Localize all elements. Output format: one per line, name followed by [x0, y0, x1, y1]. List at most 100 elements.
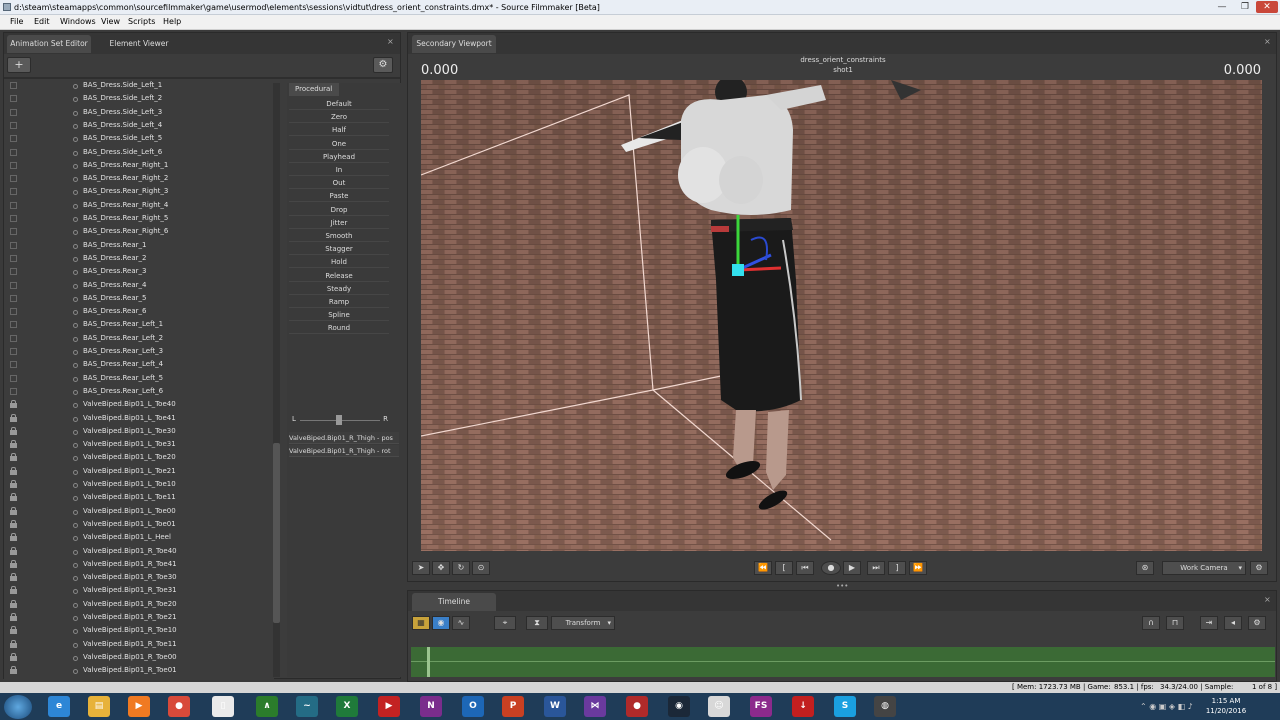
slider-thumb[interactable] — [336, 415, 342, 425]
visibility-checkbox[interactable] — [10, 228, 17, 236]
fast-forward-icon[interactable]: ⏩ — [909, 561, 927, 575]
start-button[interactable] — [4, 695, 32, 719]
menu-help[interactable]: Help — [163, 17, 181, 26]
procedural-item[interactable]: Default — [289, 98, 389, 110]
visibility-checkbox[interactable] — [10, 175, 17, 183]
procedural-item[interactable]: Drop — [289, 204, 389, 216]
tree-row[interactable]: ValveBiped.Bip01_L_Toe10 — [4, 479, 274, 492]
game-icon[interactable]: ● — [626, 696, 648, 717]
lock-icon[interactable] — [10, 413, 17, 422]
panel-close-icon[interactable]: × — [1264, 595, 1271, 604]
graph-editor-icon[interactable]: ∿ — [452, 616, 470, 630]
menu-edit[interactable]: Edit — [34, 17, 50, 26]
tree-row[interactable]: ValveBiped.Bip01_L_Toe30 — [4, 426, 274, 439]
lock-icon[interactable] — [10, 639, 17, 648]
powerpoint-icon[interactable]: P — [502, 696, 524, 717]
key-tool-icon[interactable]: ⌖ — [494, 616, 516, 630]
media-player-icon[interactable]: ▶ — [128, 696, 150, 717]
app-bird-icon[interactable]: ~ — [296, 696, 318, 717]
visibility-checkbox[interactable] — [10, 321, 17, 329]
tab-procedural[interactable]: Procedural — [289, 83, 339, 96]
tree-row[interactable]: BAS_Dress.Rear_3 — [4, 266, 274, 279]
tree-row[interactable]: BAS_Dress.Rear_Left_4 — [4, 359, 274, 372]
tree-row[interactable]: ValveBiped.Bip01_L_Toe11 — [4, 492, 274, 505]
goto-end-icon[interactable]: ⇥ — [1200, 616, 1218, 630]
tree-scroll-thumb[interactable] — [273, 443, 280, 623]
visibility-checkbox[interactable] — [10, 148, 17, 156]
viewport-gear-icon[interactable]: ⚙ — [1250, 561, 1268, 575]
app-green-icon[interactable]: ∧ — [256, 696, 278, 717]
visibility-checkbox[interactable] — [10, 241, 17, 249]
prev-frame-icon[interactable]: [ — [775, 561, 793, 575]
tab-element-viewer[interactable]: Element Viewer — [96, 35, 182, 53]
tree-row[interactable]: BAS_Dress.Rear_Right_5 — [4, 213, 274, 226]
magnet-icon[interactable]: ∩ — [1142, 616, 1160, 630]
procedural-item[interactable]: Smooth — [289, 230, 389, 242]
mode-select[interactable]: Transform ▾ — [551, 616, 615, 630]
procedural-item[interactable]: One — [289, 138, 389, 150]
tree-row[interactable]: ValveBiped.Bip01_R_Toe21 — [4, 612, 274, 625]
mp3-icon[interactable]: ▶ — [378, 696, 400, 717]
tree-row[interactable]: BAS_Dress.Rear_1 — [4, 240, 274, 253]
record-icon[interactable]: ● — [821, 561, 841, 575]
tree-row[interactable]: ValveBiped.Bip01_L_Toe20 — [4, 452, 274, 465]
tree-row[interactable]: BAS_Dress.Rear_Right_6 — [4, 226, 274, 239]
tree-row[interactable]: BAS_Dress.Rear_5 — [4, 293, 274, 306]
procedural-item[interactable]: Hold — [289, 256, 389, 269]
rotate-tool-icon[interactable]: ↻ — [452, 561, 470, 575]
tree-row[interactable]: ValveBiped.Bip01_L_Toe40 — [4, 399, 274, 412]
outlook-icon[interactable]: O — [462, 696, 484, 717]
filter-icon[interactable]: ⧗ — [526, 616, 548, 630]
fs-icon[interactable]: FS — [750, 696, 772, 717]
splitter-handle[interactable]: ••• — [836, 582, 848, 590]
tree-row[interactable]: BAS_Dress.Rear_Right_2 — [4, 173, 274, 186]
lock-icon[interactable] — [10, 666, 17, 675]
tree-row[interactable]: ValveBiped.Bip01_R_Toe11 — [4, 639, 274, 652]
lock-icon[interactable] — [10, 493, 17, 502]
tray-icons[interactable]: ⌃ ◉ ▣ ◈ ◧ ♪ — [1140, 702, 1193, 711]
tab-timeline[interactable]: Timeline — [412, 593, 496, 611]
attribute-row[interactable]: ValveBiped.Bip01_R_Thigh - pos — [289, 432, 399, 444]
lock-icon[interactable] — [10, 400, 17, 409]
visibility-checkbox[interactable] — [10, 268, 17, 276]
word-icon[interactable]: W — [544, 696, 566, 717]
lock-icon[interactable] — [10, 480, 17, 488]
lr-balance-slider[interactable]: L R — [292, 414, 388, 426]
lock-icon[interactable] — [10, 613, 17, 621]
procedural-item[interactable]: Playhead — [289, 151, 389, 163]
tree-row[interactable]: ValveBiped.Bip01_R_Toe31 — [4, 585, 274, 598]
visibility-checkbox[interactable] — [10, 121, 17, 129]
gear-icon[interactable]: ⚙ — [373, 57, 393, 73]
procedural-item[interactable]: Jitter — [289, 217, 389, 229]
visibility-checkbox[interactable] — [10, 281, 17, 289]
tree-row[interactable]: ValveBiped.Bip01_L_Toe00 — [4, 506, 274, 519]
tree-row[interactable]: BAS_Dress.Side_Left_3 — [4, 107, 274, 120]
tree-row[interactable]: BAS_Dress.Rear_4 — [4, 280, 274, 293]
add-icon[interactable]: + — [7, 57, 31, 73]
procedural-item[interactable]: In — [289, 164, 389, 176]
clock[interactable]: 1:15 AM 11/20/2016 — [1196, 696, 1256, 716]
onenote-icon[interactable]: N — [420, 696, 442, 717]
panel-close-icon[interactable]: × — [1264, 37, 1271, 46]
lock-icon[interactable] — [10, 519, 17, 528]
menu-file[interactable]: File — [10, 17, 23, 26]
tree-row[interactable]: BAS_Dress.Side_Left_2 — [4, 93, 274, 106]
sfm-icon[interactable]: ☺ — [708, 696, 730, 717]
play-icon[interactable]: ▶ — [843, 561, 861, 575]
procedural-item[interactable]: Zero — [289, 111, 389, 124]
tree-row[interactable]: BAS_Dress.Rear_6 — [4, 306, 274, 319]
explorer-icon[interactable]: ▤ — [88, 696, 110, 717]
camera-select[interactable]: Work Camera ▾ — [1162, 561, 1246, 575]
menu-windows[interactable]: Windows — [60, 17, 96, 26]
next-key-icon[interactable]: ⏭ — [867, 561, 885, 575]
procedural-item[interactable]: Spline — [289, 309, 389, 322]
tree-row[interactable]: BAS_Dress.Side_Left_4 — [4, 120, 274, 133]
visibility-checkbox[interactable] — [10, 387, 17, 395]
lock-icon[interactable] — [10, 626, 17, 635]
chrome-icon[interactable]: ● — [168, 696, 190, 717]
3d-viewport[interactable] — [421, 80, 1262, 551]
visibility-checkbox[interactable] — [10, 361, 17, 369]
lock-icon[interactable] — [10, 652, 17, 661]
procedural-item[interactable]: Release — [289, 270, 389, 282]
menu-scripts[interactable]: Scripts — [128, 17, 155, 26]
